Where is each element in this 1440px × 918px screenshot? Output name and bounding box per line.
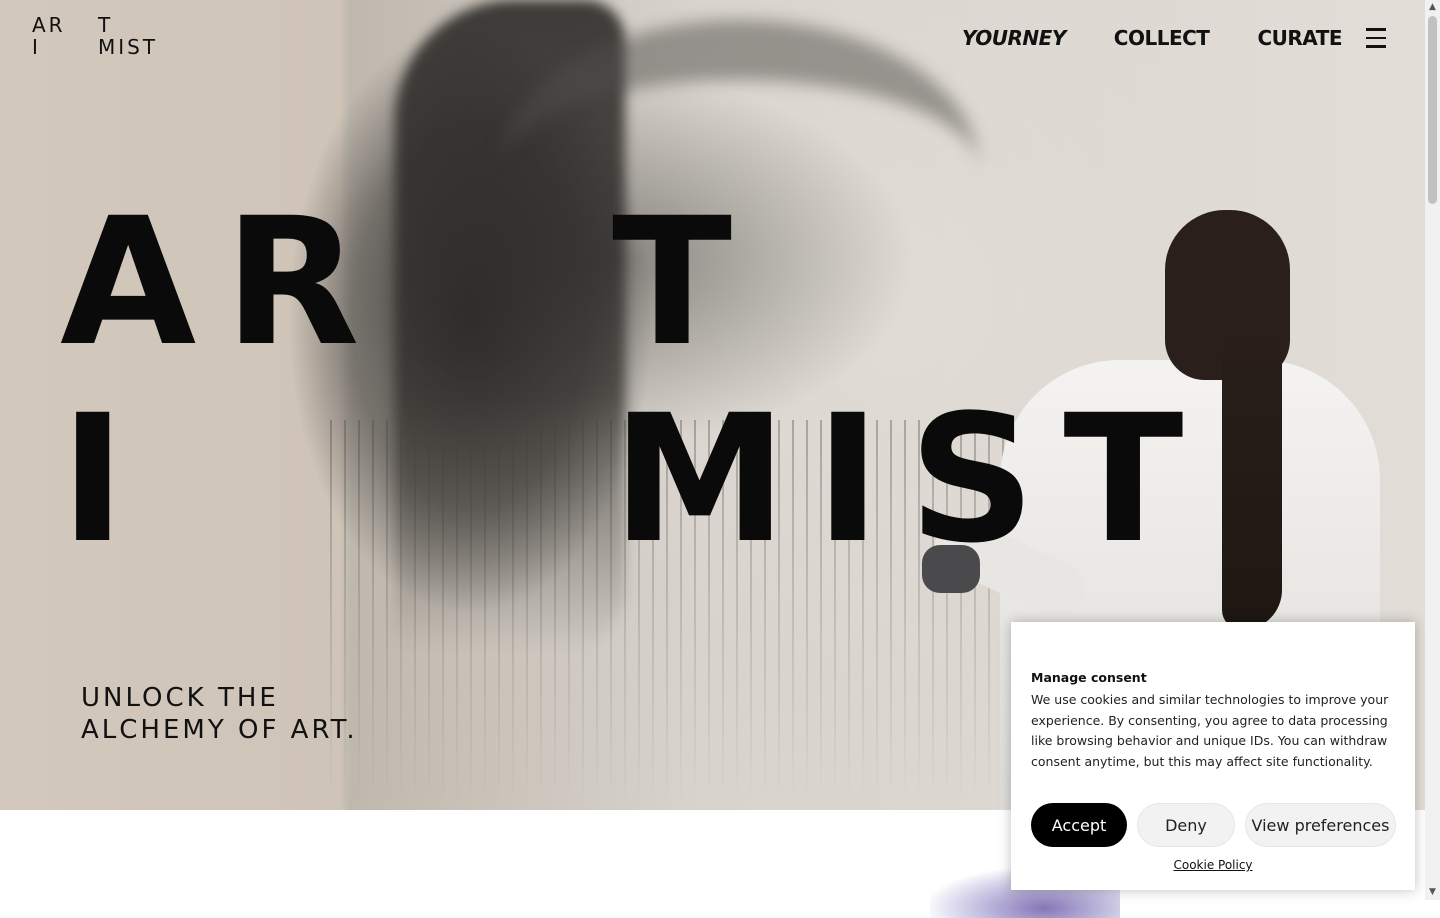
accept-button[interactable]: Accept <box>1031 803 1127 847</box>
main-nav: YOURNEY COLLECT CURATE <box>962 26 1390 50</box>
scroll-down-arrow-icon[interactable]: ▼ <box>1425 885 1440 900</box>
consent-title: Manage consent <box>1031 670 1147 685</box>
painter-ponytail <box>1222 300 1282 630</box>
hamburger-icon[interactable] <box>1366 28 1386 50</box>
hero-tagline: UNLOCK THE ALCHEMY OF ART. <box>81 682 358 746</box>
logo-text-i: I <box>32 35 41 59</box>
cookie-policy-link[interactable]: Cookie Policy <box>1011 858 1415 872</box>
site-logo[interactable]: AR T I MIST <box>32 14 172 60</box>
hero-title-mist: MIST <box>612 377 1212 582</box>
view-preferences-button[interactable]: View preferences <box>1245 803 1396 847</box>
tagline-line-2: ALCHEMY OF ART. <box>81 715 358 745</box>
deny-button[interactable]: Deny <box>1137 803 1235 847</box>
logo-text-mist: MIST <box>98 35 159 59</box>
scrollbar-thumb[interactable] <box>1428 16 1437 204</box>
hero-title-ar: AR <box>60 180 388 385</box>
tagline-line-1: UNLOCK THE <box>81 683 279 713</box>
consent-buttons: Accept Deny View preferences <box>1031 803 1396 847</box>
cookie-consent-dialog: Manage consent We use cookies and simila… <box>1011 622 1415 890</box>
page-scrollbar[interactable]: ▲ ▼ <box>1425 0 1440 900</box>
logo-text-ar: AR <box>32 13 66 37</box>
nav-link-curate[interactable]: CURATE <box>1257 26 1342 50</box>
scroll-up-arrow-icon[interactable]: ▲ <box>1425 0 1440 15</box>
logo-text-t: T <box>98 13 114 37</box>
consent-text: We use cookies and similar technologies … <box>1031 692 1389 769</box>
hero-title-i: I <box>60 377 154 582</box>
hero-title-t: T <box>612 180 761 385</box>
nav-link-collect[interactable]: COLLECT <box>1114 26 1210 50</box>
nav-link-yourney[interactable]: YOURNEY <box>962 26 1066 50</box>
